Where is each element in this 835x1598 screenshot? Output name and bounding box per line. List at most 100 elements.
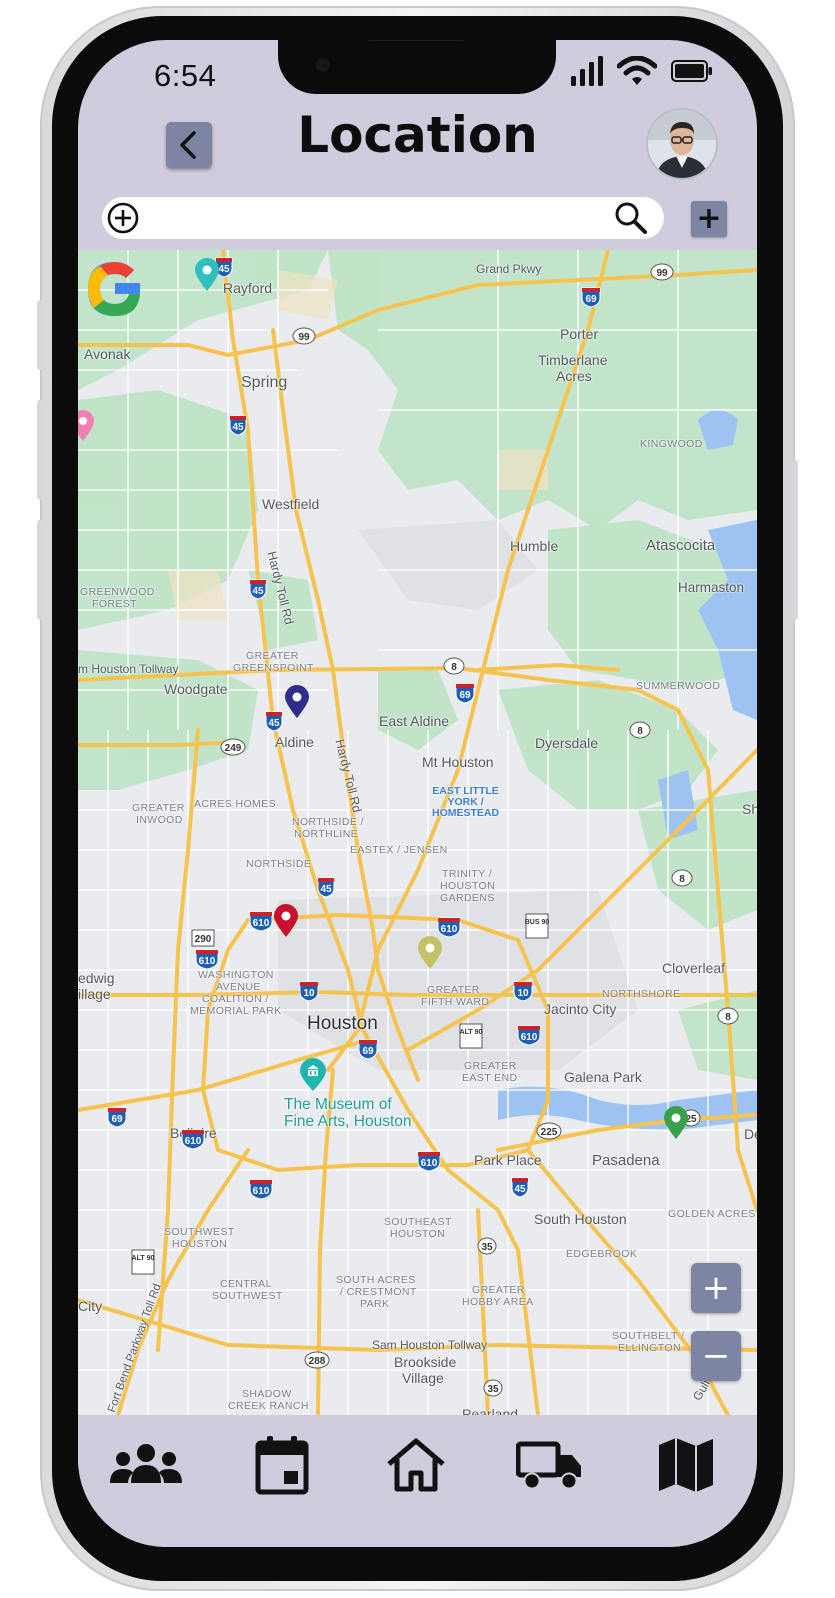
map-label: HOBBY AREA (462, 1296, 534, 1308)
map-label: Porter (560, 326, 599, 342)
map-label: COALITION / (202, 993, 269, 1005)
map-label: Humble (510, 538, 559, 554)
map-label: Galena Park (564, 1069, 642, 1085)
nav-delivery[interactable] (510, 1430, 590, 1500)
map-label: PARK (360, 1298, 390, 1310)
map-label: South Houston (534, 1211, 627, 1227)
map-label: EDGEBROOK (566, 1248, 638, 1260)
map-label: GREENSPOINT (233, 662, 314, 674)
user-avatar-photo (648, 110, 716, 178)
map-label: Brookside (394, 1354, 457, 1370)
map-label: GREATER (132, 802, 185, 814)
zoom-in-button[interactable]: + (691, 1263, 741, 1313)
map-label: Sh (742, 801, 757, 817)
map-label: SOUTHWEST (164, 1226, 235, 1238)
map-label: Grand Pkwy (476, 262, 542, 276)
search-icon[interactable] (614, 201, 648, 235)
map-label: INWOOD (136, 814, 183, 826)
map-label: GREATER (472, 1284, 525, 1296)
map-label: GREATER (464, 1060, 517, 1072)
map-label: SOUTHEAST (384, 1216, 452, 1228)
status-time: 6:54 (154, 58, 217, 93)
notch (278, 40, 556, 94)
nav-calendar[interactable] (242, 1430, 322, 1500)
zoom-out-label: − (701, 1336, 731, 1376)
calendar-icon (255, 1436, 309, 1495)
map-label: SUMMERWOOD (636, 680, 721, 692)
map-label: Bellaire (170, 1125, 217, 1141)
map-label: SOUTH ACRES (336, 1274, 416, 1286)
map-icon (659, 1438, 713, 1492)
search-input[interactable] (148, 199, 614, 237)
map-label: De (744, 1126, 757, 1142)
map-label: illage (78, 986, 111, 1002)
map-label: GREATER (427, 984, 480, 996)
map-label: SHADOW (242, 1388, 292, 1400)
add-button[interactable]: + (691, 201, 727, 237)
map-label: / CRESTMONT (340, 1286, 417, 1298)
avatar[interactable] (648, 110, 716, 178)
museum-pin[interactable] (300, 1058, 326, 1092)
google-logo-icon (88, 262, 141, 316)
app-screen: 6:54 Location + Rayford Grand Pkwy Porte… (78, 40, 757, 1547)
map-label: City (78, 1298, 103, 1314)
map-label: SOUTHBELT / (612, 1330, 685, 1342)
map-label: KINGWOOD (640, 438, 703, 450)
map-label: ELLINGTON (618, 1342, 681, 1354)
map-label: The Museum of Fine Arts, Houston (284, 1096, 412, 1130)
nav-people[interactable] (106, 1430, 186, 1500)
map-label: GARDENS (440, 892, 495, 904)
map-label: Atascocita (646, 537, 716, 554)
phone-side-button (37, 400, 43, 500)
people-group-icon (110, 1444, 182, 1483)
map-label: Pasadena (592, 1152, 660, 1169)
map-label: NORTHLINE (294, 828, 359, 840)
map-label: edwig (78, 970, 115, 986)
map-label: Houston (307, 1013, 378, 1034)
map-label: Pearland (462, 1406, 519, 1415)
map-label: Park Place (474, 1152, 542, 1168)
status-icons (571, 54, 713, 88)
plus-circle-icon[interactable] (106, 201, 140, 235)
home-icon (387, 1438, 445, 1492)
map-label: TRINITY / (442, 868, 493, 880)
red-pin[interactable] (274, 904, 298, 938)
map-label: m Houston Tollway (78, 662, 179, 676)
map-label: HOUSTON (172, 1238, 228, 1250)
bottom-nav (78, 1415, 757, 1547)
phone-side-button (37, 300, 43, 370)
truck-icon (516, 1441, 581, 1490)
map-label: ACRES HOMES (194, 798, 276, 810)
navy-pin[interactable] (285, 685, 309, 719)
olive-pin[interactable] (418, 936, 442, 970)
map-label: NORTHSIDE / (292, 816, 364, 828)
map-label: Acres (556, 368, 592, 384)
phone-power-button (792, 460, 798, 620)
map-label: AVENUE (216, 981, 261, 993)
map-label: EASTEX / JENSEN (350, 844, 448, 856)
map-label: EAST LITTLE YORK / HOMESTEAD (432, 785, 500, 819)
phone-side-button (37, 520, 43, 620)
nav-map[interactable] (646, 1430, 726, 1500)
map-label: Jacinto City (544, 1001, 617, 1017)
pink-pin[interactable] (78, 410, 94, 442)
teal-pin[interactable] (195, 258, 219, 292)
cellular-signal-icon (571, 56, 603, 86)
map-label: NORTHSHORE (602, 988, 681, 1000)
map-label: GREATER (246, 650, 299, 662)
map-label: East Aldine (379, 713, 450, 729)
zoom-out-button[interactable]: − (691, 1331, 741, 1381)
map-label: NORTHSIDE (246, 858, 312, 870)
nav-home[interactable] (376, 1430, 456, 1500)
map-label: CENTRAL (220, 1278, 272, 1290)
zoom-in-label: + (701, 1268, 731, 1308)
map-label: Avonak (84, 346, 131, 362)
search-bar (102, 197, 664, 239)
map-label: HOUSTON (390, 1228, 446, 1240)
map-label: Cloverleaf (662, 960, 726, 976)
map-label: GREENWOOD (80, 586, 155, 598)
map-label: FIFTH WARD (421, 996, 490, 1008)
green-pin[interactable] (664, 1106, 688, 1140)
map-label: WASHINGTON (198, 969, 274, 981)
map-view[interactable]: Rayford Grand Pkwy Porter Avonak Timberl… (78, 250, 757, 1415)
